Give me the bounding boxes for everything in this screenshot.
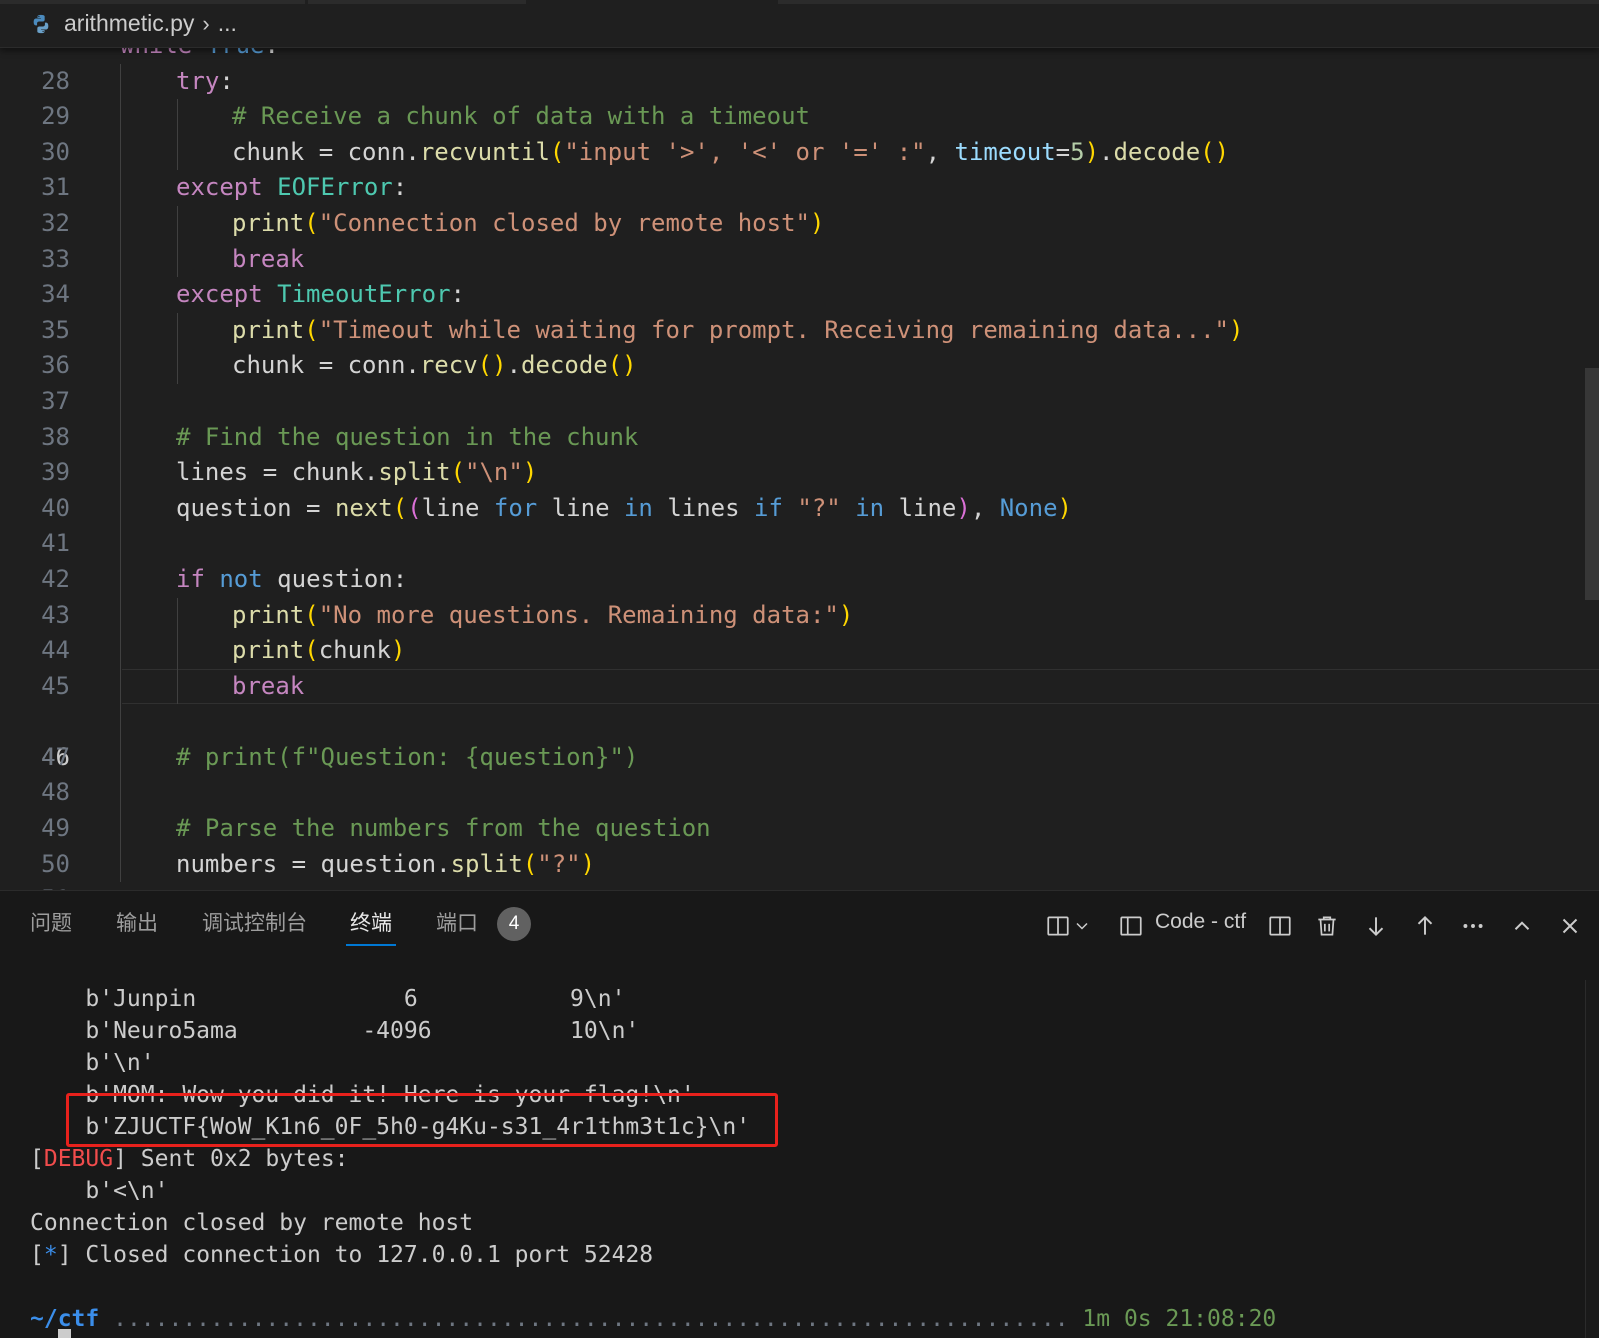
code-line: 48 # print(f"Question: {question}") xyxy=(0,739,1599,806)
code-line: 37 chunk = conn.recv().decode() xyxy=(0,348,1599,415)
code-line: 45 print(chunk) xyxy=(0,633,1599,700)
breadcrumb-file[interactable]: arithmetic.py xyxy=(64,10,194,37)
code-line: 50 # Parse the numbers from the question xyxy=(0,811,1599,878)
terminal-debug-line: [DEBUG] Sent 0x2 bytes: xyxy=(30,1146,349,1172)
line-content: lines = chunk.split("\n") xyxy=(176,458,538,487)
tab-debug-console[interactable]: 调试控制台 xyxy=(202,907,307,937)
terminal-cursor xyxy=(58,1329,71,1338)
line-number: 51 xyxy=(0,882,70,890)
code-line: 44 print("No more questions. Remaining d… xyxy=(0,597,1599,664)
flag-highlight-box xyxy=(66,1093,778,1147)
code-line: 49 xyxy=(0,775,1599,842)
python-file-icon xyxy=(33,14,49,33)
chevron-right-icon: › xyxy=(202,10,210,36)
tab-problems[interactable]: 问题 xyxy=(30,907,72,937)
line-content: print("Connection closed by remote host"… xyxy=(232,208,825,237)
tab-terminal-label: 终端 xyxy=(350,912,392,935)
line-content: print(chunk) xyxy=(232,636,406,665)
code-line: 38 xyxy=(0,383,1599,451)
terminal-panel-icon xyxy=(1116,911,1146,941)
tab-ports[interactable]: 端口 xyxy=(436,907,478,937)
tab-strip-edge xyxy=(0,0,1599,4)
terminal-scrollbar[interactable] xyxy=(1585,980,1599,1338)
chevron-down-icon[interactable] xyxy=(1072,911,1092,941)
arrow-down-icon[interactable] xyxy=(1361,911,1391,941)
code-line: 34 break xyxy=(0,241,1599,308)
tab-terminal[interactable]: 终端 xyxy=(346,907,396,946)
new-terminal-layout-icon[interactable] xyxy=(1043,911,1073,941)
line-content: chunk = conn.recv().decode() xyxy=(232,351,637,380)
line-content: if not question: xyxy=(176,564,408,593)
terminal-line: b'<\n' xyxy=(30,1178,169,1204)
close-icon[interactable] xyxy=(1555,911,1585,941)
terminal-name[interactable]: Code - ctf xyxy=(1155,910,1246,934)
line-content: chunk = conn.recvuntil("input '>', '<' o… xyxy=(232,137,1230,166)
code-line: 35 except TimeoutError: xyxy=(0,277,1599,344)
line-content: print("No more questions. Remaining data… xyxy=(232,600,854,629)
split-terminal-icon[interactable] xyxy=(1265,911,1295,941)
code-line: 40 lines = chunk.split("\n") xyxy=(0,455,1599,522)
editor-scrollbar[interactable] xyxy=(1585,368,1599,600)
code-line: 39 # Find the question in the chunk xyxy=(0,419,1599,486)
code-line: 42 xyxy=(0,526,1599,593)
terminal-output[interactable]: b'Junpin 6 9\n' b'Neuro5ama -4096 10\n' … xyxy=(0,963,1599,1338)
prompt-time: 1m 0s 21:08:20 xyxy=(1082,1306,1277,1332)
code-line: 33 print("Connection closed by remote ho… xyxy=(0,205,1599,273)
info-star: * xyxy=(43,1242,58,1268)
line-content: # Parse the numbers from the question xyxy=(176,814,711,843)
code-line: 28 while True: xyxy=(0,48,1599,95)
more-actions-icon[interactable] xyxy=(1458,911,1488,941)
debug-tag: DEBUG xyxy=(43,1146,114,1172)
line-content: break xyxy=(232,671,305,700)
line-content: # Find the question in the chunk xyxy=(176,422,639,451)
ports-count-badge: 4 xyxy=(497,907,531,941)
line-content: break xyxy=(232,244,305,273)
code-line: 29 try: xyxy=(0,63,1599,130)
shell-prompt: ~/ctf ..................................… xyxy=(30,1306,1277,1332)
tab-output[interactable]: 输出 xyxy=(116,907,158,937)
code-line-current: 46 break xyxy=(0,668,1599,771)
code-line: 47 xyxy=(0,704,1599,771)
code-line: 31 chunk = conn.recvuntil("input '>', '<… xyxy=(0,134,1599,201)
terminal-line: b'Neuro5ama -4096 10\n' xyxy=(30,1018,640,1044)
terminal-line: [*] Closed connection to 127.0.0.1 port … xyxy=(30,1242,654,1268)
breadcrumb: arithmetic.py › ... xyxy=(0,0,1599,48)
terminal-line: b'\n' xyxy=(30,1050,155,1076)
line-content: while True: xyxy=(120,48,279,64)
line-content: except EOFError: xyxy=(176,173,408,202)
code-line: 36 print("Timeout while waiting for prom… xyxy=(0,312,1599,379)
code-line: 41 question = next((line for line in lin… xyxy=(0,490,1599,557)
line-content: print("Timeout while waiting for prompt.… xyxy=(232,315,1244,344)
line-content: # print(f"Question: {question}") xyxy=(176,742,639,771)
code-line: 43 if not question: xyxy=(0,561,1599,629)
line-content: question = next((line for line in lines … xyxy=(176,493,1072,522)
panel-tab-bar: 问题 输出 调试控制台 终端 端口 4 Code - ctf xyxy=(0,891,1599,963)
line-content: try: xyxy=(176,66,234,95)
trash-icon[interactable] xyxy=(1312,911,1342,941)
code-line: 30 # Receive a chunk of data with a time… xyxy=(0,99,1599,166)
line-content: except TimeoutError: xyxy=(176,280,465,309)
terminal-line: Connection closed by remote host xyxy=(30,1210,474,1236)
line-content: # Receive a chunk of data with a timeout xyxy=(232,102,810,131)
code-line: 32 except EOFError: xyxy=(0,170,1599,237)
arrow-up-icon[interactable] xyxy=(1410,911,1440,941)
maximize-panel-icon[interactable] xyxy=(1507,911,1537,941)
terminal-line: b'Junpin 6 9\n' xyxy=(30,986,626,1012)
breadcrumb-symbols[interactable]: ... xyxy=(218,10,237,37)
code-line: 51 numbers = question.split("?") xyxy=(0,846,1599,890)
code-editor[interactable]: 28 while True: 29 try: 30 # Receive a ch… xyxy=(0,48,1599,890)
line-content: numbers = question.split("?") xyxy=(176,849,596,878)
